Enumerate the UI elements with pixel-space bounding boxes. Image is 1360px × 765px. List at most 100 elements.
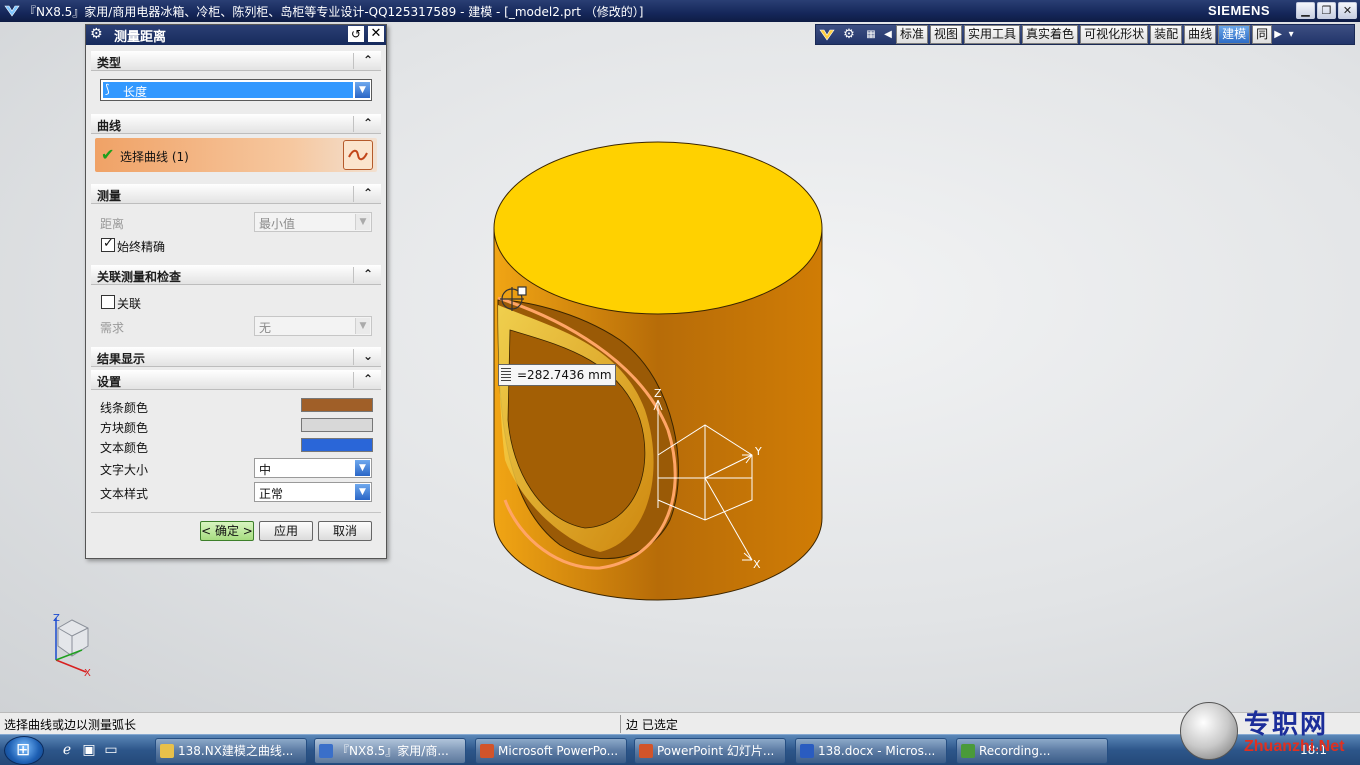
select-curve-label: 选择曲线 (1) <box>120 150 189 164</box>
cancel-button[interactable]: 取消 <box>318 521 372 541</box>
type-value: 长度 <box>123 85 148 99</box>
section-result-display[interactable]: 结果显示 ⌄ <box>91 347 381 367</box>
task-item[interactable]: 138.NX建模之曲线... <box>155 738 307 764</box>
gear-icon[interactable]: ⚙ <box>90 26 106 42</box>
arrow-right-icon[interactable]: ▶ <box>1272 25 1284 44</box>
gear-icon[interactable]: ⚙ <box>838 25 860 44</box>
minimize-button[interactable]: ▁ <box>1296 2 1315 19</box>
status-selection: 边 已选定 <box>626 718 678 732</box>
line-color-swatch[interactable] <box>301 398 373 412</box>
text-size-select[interactable]: 中 ▼ <box>254 458 372 478</box>
task-item[interactable]: Microsoft PowerPo... <box>475 738 627 764</box>
csys-x-label: X <box>753 558 761 571</box>
chevron-up-icon[interactable]: ⌃ <box>360 371 376 387</box>
requirement-label: 需求 <box>100 321 125 335</box>
triad-z-label: Z <box>53 613 60 624</box>
task-item[interactable]: Recording... <box>956 738 1108 764</box>
nx-app-icon <box>319 744 333 758</box>
requirement-select: 无 ▼ <box>254 316 372 336</box>
section-result-label: 结果显示 <box>97 352 146 366</box>
task-label: 『NX8.5』家用/商... <box>337 744 449 758</box>
cylinder-top-face[interactable] <box>493 141 823 315</box>
task-item[interactable]: PowerPoint 幻灯片... <box>634 738 786 764</box>
text-color-label: 文本颜色 <box>100 441 149 455</box>
close-button[interactable]: ✕ <box>1338 2 1357 19</box>
distance-value: 最小值 <box>259 217 296 231</box>
word-icon <box>800 744 814 758</box>
siemens-brand: SIEMENS <box>1208 3 1271 18</box>
line-color-label: 线条颜色 <box>100 401 149 415</box>
section-curve[interactable]: 曲线 ⌃ <box>91 114 381 134</box>
ribbon-toolbar: ⚙ ▦ ◀ 标准 视图 实用工具 真实着色 可视化形状 装配 曲线 建模 同 ▶… <box>815 24 1355 45</box>
desktop-icon[interactable]: ▭ <box>102 742 120 760</box>
section-measure[interactable]: 测量 ⌃ <box>91 184 381 204</box>
chevron-down-icon[interactable]: ▼ <box>355 82 370 98</box>
reset-icon[interactable]: ↺ <box>348 26 364 42</box>
ok-button[interactable]: < 确定 > <box>200 521 254 541</box>
chevron-up-icon[interactable]: ⌃ <box>360 185 376 201</box>
title-bar: 『NX8.5』家用/商用电器冰箱、冷柜、陈列柜、岛柜等专业设计-QQ125317… <box>0 0 1360 22</box>
tab-modeling[interactable]: 建模 <box>1218 25 1251 44</box>
chevron-up-icon[interactable]: ⌃ <box>360 266 376 282</box>
always-exact-checkbox[interactable] <box>101 236 115 252</box>
dropdown-icon[interactable]: ▾ <box>1284 25 1298 44</box>
status-bar: 选择曲线或边以测量弧长 边 已选定 <box>0 712 1360 734</box>
close-icon[interactable]: ✕ <box>368 26 384 42</box>
status-prompt: 选择曲线或边以测量弧长 <box>4 718 137 732</box>
tab-visual-shape[interactable]: 可视化形状 <box>1080 25 1149 44</box>
chevron-down-icon[interactable]: ⌄ <box>360 348 376 364</box>
requirement-value: 无 <box>259 321 272 335</box>
block-color-label: 方块颜色 <box>100 421 149 435</box>
dialog-title-bar[interactable]: ⚙ 测量距离 ↺ ✕ <box>86 25 386 45</box>
associative-checkbox[interactable] <box>101 295 115 309</box>
watermark-en: Zhuanzhi.Net <box>1244 738 1345 755</box>
type-select[interactable]: ⟆ 长度 ▼ <box>100 79 372 101</box>
chevron-down-icon[interactable]: ▼ <box>355 460 370 476</box>
windows-taskbar: ℯ ▣ ▭ 138.NX建模之曲线... 『NX8.5』家用/商... Micr… <box>0 734 1360 765</box>
always-exact-label: 始终精确 <box>117 240 166 254</box>
text-color-swatch[interactable] <box>301 438 373 452</box>
chevron-up-icon[interactable]: ⌃ <box>360 52 376 68</box>
chevron-down-icon: ▼ <box>355 318 370 334</box>
section-type[interactable]: 类型 ⌃ <box>91 51 381 71</box>
grid-icon[interactable]: ▦ <box>860 25 882 44</box>
ie-icon[interactable]: ℯ <box>58 742 76 760</box>
text-size-label: 文字大小 <box>100 463 149 477</box>
restore-button[interactable]: ❐ <box>1317 2 1336 19</box>
task-label: PowerPoint 幻灯片... <box>657 744 775 758</box>
tab-curve[interactable]: 曲线 <box>1184 25 1217 44</box>
distance-label: 距离 <box>100 217 125 231</box>
tab-standard[interactable]: 标准 <box>896 25 929 44</box>
section-curve-label: 曲线 <box>97 119 122 133</box>
arrow-left-icon[interactable]: ◀ <box>882 25 894 44</box>
computer-icon[interactable]: ▣ <box>80 742 98 760</box>
task-item[interactable]: 138.docx - Micros... <box>795 738 947 764</box>
text-style-select[interactable]: 正常 ▼ <box>254 482 372 502</box>
distance-select: 最小值 ▼ <box>254 212 372 232</box>
block-color-swatch[interactable] <box>301 418 373 432</box>
length-icon: ⟆ <box>105 82 110 96</box>
section-settings[interactable]: 设置 ⌃ <box>91 370 381 390</box>
nx-logo-icon <box>4 5 20 17</box>
measurement-tag[interactable]: =282.7436 mm <box>498 364 616 386</box>
folder-icon <box>160 744 174 758</box>
section-assoc-label: 关联测量和检查 <box>97 270 182 284</box>
tab-utilities[interactable]: 实用工具 <box>964 25 1021 44</box>
nx-logo-icon[interactable] <box>816 25 838 44</box>
soccer-ball-icon <box>1180 702 1238 760</box>
section-associative[interactable]: 关联测量和检查 ⌃ <box>91 265 381 285</box>
powerpoint-icon <box>480 744 494 758</box>
select-curve-row[interactable]: ✔ 选择曲线 (1) <box>95 138 377 172</box>
tab-assembly[interactable]: 装配 <box>1150 25 1183 44</box>
measurement-value: =282.7436 mm <box>517 368 612 382</box>
chevron-up-icon[interactable]: ⌃ <box>360 115 376 131</box>
chevron-down-icon[interactable]: ▼ <box>355 484 370 500</box>
task-item[interactable]: 『NX8.5』家用/商... <box>314 738 466 764</box>
start-button[interactable] <box>4 736 44 765</box>
curve-icon[interactable] <box>343 140 373 170</box>
tab-true-shading[interactable]: 真实着色 <box>1022 25 1079 44</box>
apply-button[interactable]: 应用 <box>259 521 313 541</box>
tab-synchronous[interactable]: 同 <box>1252 25 1273 44</box>
tab-view[interactable]: 视图 <box>930 25 963 44</box>
text-size-value: 中 <box>259 463 272 477</box>
